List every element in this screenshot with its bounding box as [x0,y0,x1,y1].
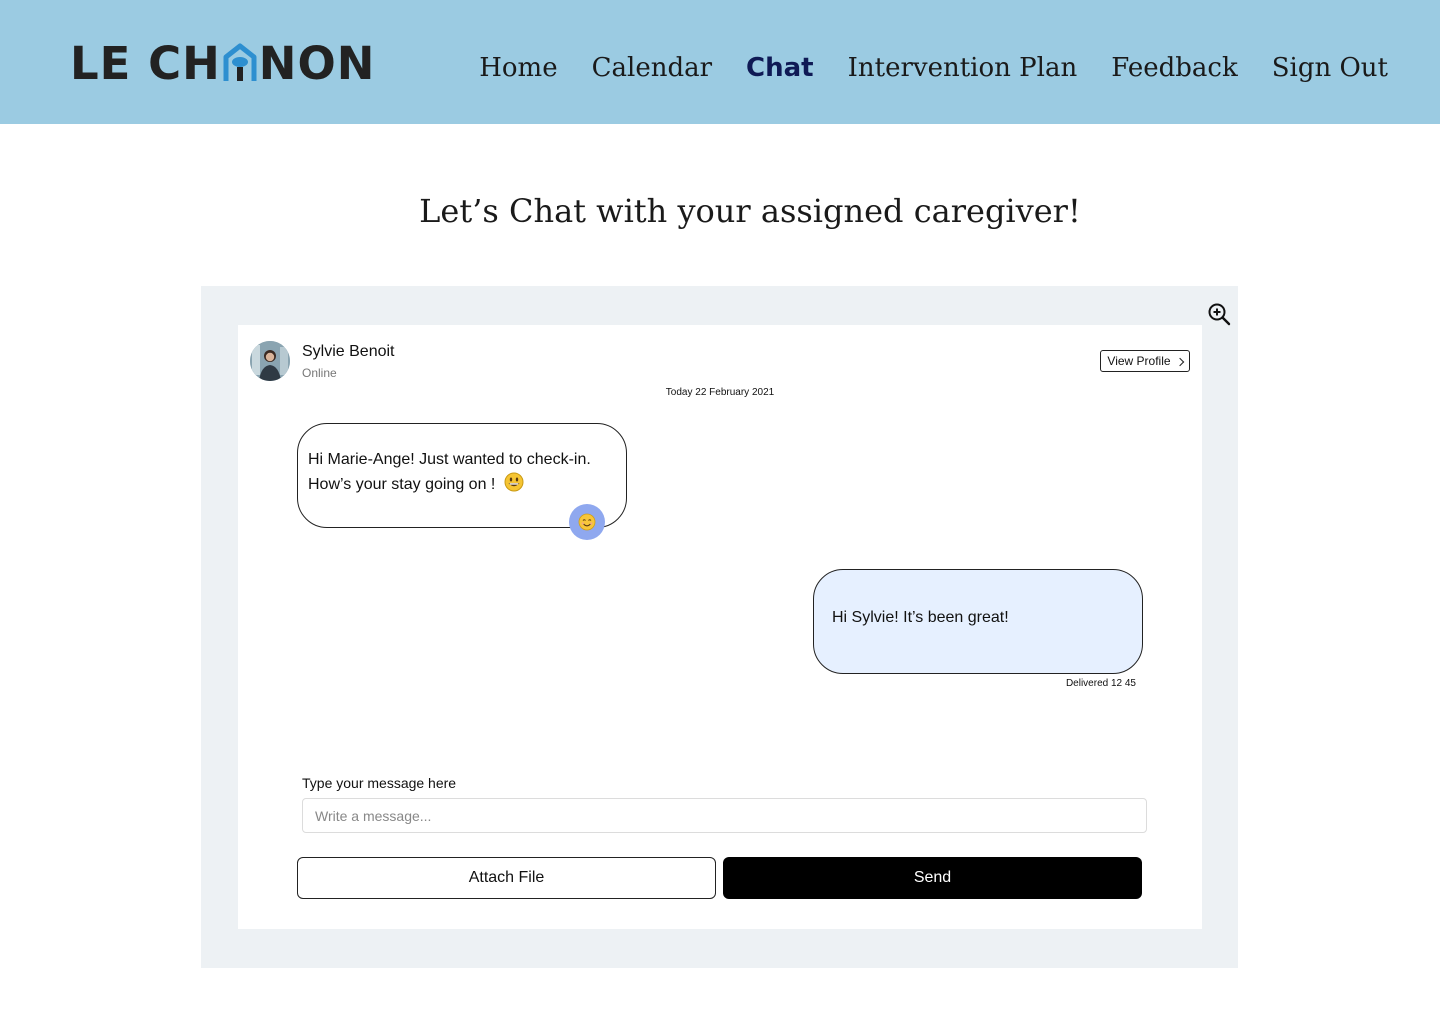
message-text: How’s your stay going on ! [308,476,496,493]
zoom-in-icon[interactable] [1207,302,1231,326]
nav-sign-out[interactable]: Sign Out [1272,48,1388,88]
contact-name: Sylvie Benoit [302,343,395,360]
outgoing-message-bubble: Hi Sylvie! It’s been great! [813,569,1143,674]
message-input-label: Type your message here [302,775,457,791]
message-text: Hi Sylvie! It’s been great! [832,609,1009,626]
nav-home[interactable]: Home [479,48,557,88]
nav-feedback[interactable]: Feedback [1111,48,1238,88]
message-text-line: Hi Marie-Ange! Just wanted to check-in. [308,451,591,468]
message-text-line: How’s your stay going on ! [308,472,626,497]
message-input[interactable] [302,798,1147,833]
reaction-badge[interactable] [569,504,605,540]
view-profile-label: View Profile [1107,354,1171,368]
smiling-face-emoji-icon [578,513,596,531]
avatar[interactable] [250,341,290,381]
view-profile-button[interactable]: View Profile [1100,350,1190,372]
house-cloud-logo-icon [223,43,257,83]
logo[interactable]: LE CH NON [70,40,375,86]
top-header: LE CH NON Home Calendar Chat Interventio… [0,0,1440,124]
main-nav: Home Calendar Chat Intervention Plan Fee… [445,48,1388,88]
grinning-face-emoji-icon [504,472,524,492]
page-title: Let’s Chat with your assigned caregiver! [419,192,1081,230]
chevron-right-icon [1175,357,1184,366]
delivery-status: Delivered 12 45 [1065,678,1136,689]
nav-intervention-plan[interactable]: Intervention Plan [848,48,1078,88]
nav-chat[interactable]: Chat [746,48,814,88]
date-separator: Today 22 February 2021 [665,387,775,398]
send-button[interactable]: Send [723,857,1142,899]
nav-calendar[interactable]: Calendar [592,48,712,88]
logo-text-left: LE CH [70,36,221,90]
attach-file-button[interactable]: Attach File [297,857,716,899]
logo-text-right: NON [258,36,376,90]
contact-status: Online [302,366,337,380]
